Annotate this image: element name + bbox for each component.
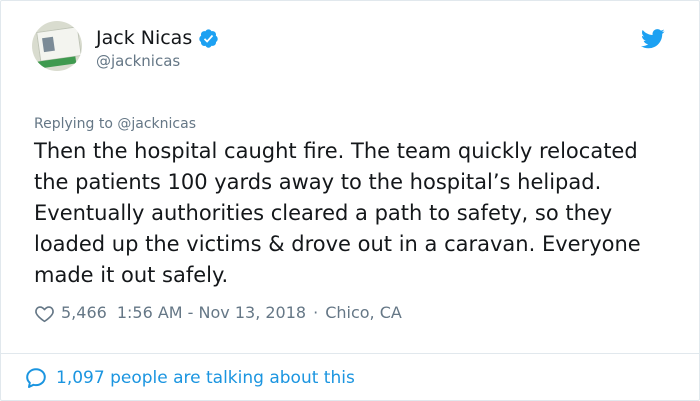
replying-to-label[interactable]: Replying to @jacknicas <box>34 115 196 133</box>
heart-icon[interactable] <box>34 303 55 324</box>
avatar[interactable] <box>32 21 82 71</box>
tweet-card: Jack Nicas @jacknicas Replying to @jackn… <box>0 0 700 401</box>
talking-about-link[interactable]: 1,097 people are talking about this <box>24 366 355 390</box>
author-name-row: Jack Nicas <box>96 27 219 49</box>
meta-separator: · <box>313 303 319 322</box>
tweet-text: Then the hospital caught fire. The team … <box>34 139 641 287</box>
talking-about-text: 1,097 people are talking about this <box>56 368 355 388</box>
speech-bubble-icon <box>26 368 46 388</box>
tweet-meta: 5,466 1:56 AM - Nov 13, 2018 · Chico, CA <box>34 302 402 324</box>
author-display-name[interactable]: Jack Nicas <box>96 27 192 49</box>
author-handle[interactable]: @jacknicas <box>96 51 180 71</box>
like-count[interactable]: 5,466 <box>61 302 107 324</box>
twitter-bird-icon[interactable] <box>641 29 665 49</box>
verified-badge-icon <box>199 28 218 48</box>
tweet-location[interactable]: Chico, CA <box>325 302 402 324</box>
tweet-timestamp[interactable]: 1:56 AM - Nov 13, 2018 <box>117 302 306 324</box>
divider <box>1 353 699 354</box>
